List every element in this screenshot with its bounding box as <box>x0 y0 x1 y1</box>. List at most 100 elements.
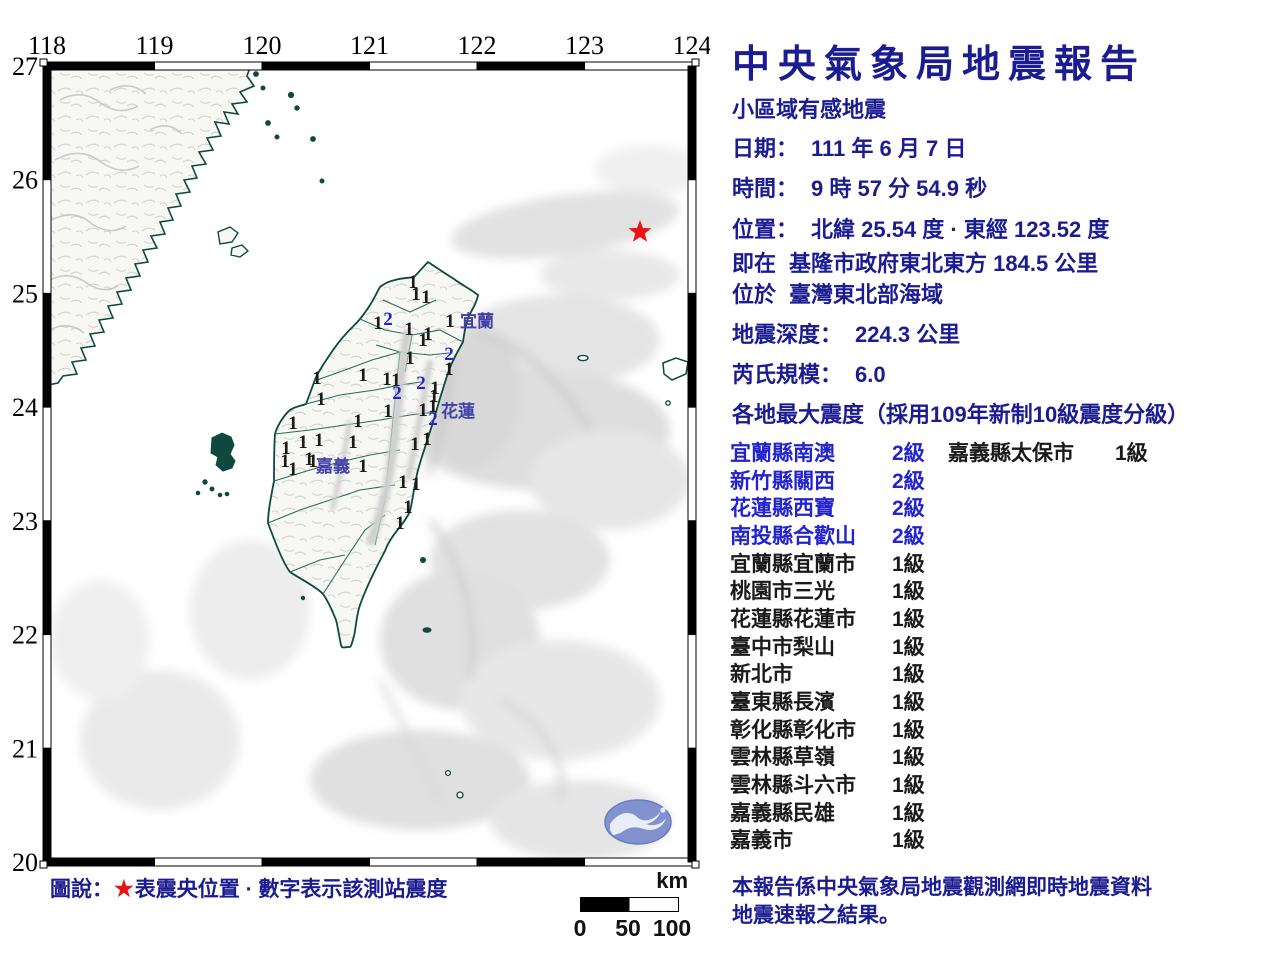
frame-band <box>687 65 697 181</box>
map-station-intensity: 2 <box>392 383 402 404</box>
map-station-intensity: 1 <box>288 459 298 480</box>
intensity-row: 臺中市梨山 1級 <box>730 632 945 660</box>
frame-band <box>476 857 585 867</box>
intensity-row: 宜蘭縣宜蘭市 1級 <box>730 549 945 577</box>
map-station-intensity: 2 <box>416 373 426 394</box>
map-station-intensity: 1 <box>445 311 455 332</box>
station-name: 桃園市三光 <box>730 580 835 604</box>
frame-corner <box>691 860 700 869</box>
date-line: 日期： 111 年 6 月 7 日 <box>732 131 966 163</box>
lon-tick-label: 121 <box>350 31 389 60</box>
station-intensity: 1級 <box>892 774 925 798</box>
frame-band <box>687 520 697 636</box>
station-name: 臺中市梨山 <box>730 635 835 659</box>
intensity-row: 臺東縣長濱 1級 <box>730 687 945 715</box>
intensity-row: 南投縣合歡山 2級 <box>730 521 945 549</box>
relative-value: 基隆市政府東北東方 184.5 公里 <box>789 251 1099 276</box>
station-name: 花蓮縣花蓮市 <box>730 607 856 631</box>
intensity-heading: 各地最大震度（採用109年新制10級震度分級） <box>732 402 1190 427</box>
frame-corner <box>39 860 48 869</box>
frame-band <box>46 61 155 71</box>
map-station-intensity: 1 <box>353 411 363 432</box>
map-legend: 圖說：★表震央位置 · 數字表示該測站震度 <box>50 873 447 903</box>
intensity-row: 桃園市三光 1級 <box>730 576 945 604</box>
frame-band <box>46 857 155 867</box>
magnitude-line: 芮氏規模： 6.0 <box>732 357 886 389</box>
map-station-intensity: 1 <box>373 313 383 334</box>
frame-band <box>154 857 263 867</box>
event-type: 小區域有感地震 <box>732 97 887 122</box>
station-intensity: 2級 <box>892 441 925 465</box>
station-intensity: 1級 <box>892 607 925 631</box>
station-intensity: 1級 <box>892 718 925 742</box>
station-name: 宜蘭縣南澳 <box>730 441 835 465</box>
position-line: 位置： 北緯 25.54 度 · 東經 123.52 度 <box>732 212 1109 244</box>
lat-tick-label: 27 <box>12 52 38 81</box>
frame-band <box>42 179 52 294</box>
epicenter-star-legend-icon: ★ <box>114 876 134 901</box>
station-intensity: 2級 <box>892 524 925 548</box>
position-label: 位置： <box>732 217 799 242</box>
frame-band <box>687 179 697 294</box>
lat-tick-label: 20 <box>12 848 38 877</box>
lon-tick-label: 119 <box>135 31 173 60</box>
map-station-intensity: 1 <box>418 330 428 351</box>
map-station-intensity: 1 <box>398 472 408 493</box>
lat-tick-label: 24 <box>12 393 38 422</box>
lat-tick-label: 22 <box>12 621 38 650</box>
depth-value: 224.3 公里 <box>855 322 961 347</box>
frame-band <box>584 857 693 867</box>
footer-note-line1: 本報告係中央氣象局地震觀測網即時地震資料 <box>732 876 1152 899</box>
station-intensity: 1級 <box>892 801 925 825</box>
map-station-intensity: 1 <box>348 432 358 453</box>
frame-band <box>687 634 697 749</box>
intensity-row: 雲林縣草嶺 1級 <box>730 743 945 771</box>
frame-band <box>261 61 370 71</box>
lat-tick-label: 21 <box>12 734 38 763</box>
station-intensity: 1級 <box>892 552 925 576</box>
station-intensity: 1級 <box>892 691 925 715</box>
frame-band <box>369 61 478 71</box>
map-station-intensity: 1 <box>316 389 326 410</box>
lon-tick-label: 122 <box>458 31 497 60</box>
station-intensity: 2級 <box>892 469 925 493</box>
intensity-row: 嘉義縣民雄 1級 <box>730 798 945 826</box>
depth-line: 地震深度： 224.3 公里 <box>732 317 960 349</box>
frame-band <box>154 61 263 71</box>
intensity-column-2: 嘉義縣太保市 1級 <box>948 438 1163 466</box>
intensity-row: 花蓮縣西寶 2級 <box>730 493 945 521</box>
frame-band <box>687 747 697 863</box>
station-name: 彰化縣彰化市 <box>730 718 856 742</box>
station-intensity: 1級 <box>892 746 925 770</box>
lat-tick-label: 23 <box>12 507 38 536</box>
report-title: 中央氣象局地震報告 <box>732 44 1147 86</box>
map-station-intensity: 1 <box>410 434 420 455</box>
map-station-intensity: 1 <box>411 474 421 495</box>
frame-band <box>584 61 693 71</box>
intensity-row: 雲林縣斗六市 1級 <box>730 770 945 798</box>
map-station-intensity: 1 <box>418 400 428 421</box>
area-value: 臺灣東北部海域 <box>789 282 944 307</box>
station-intensity: 1級 <box>892 580 925 604</box>
station-name: 嘉義市 <box>730 829 793 853</box>
area-label: 位於 <box>732 282 777 307</box>
relative-label: 即在 <box>732 251 777 276</box>
frame-band <box>261 857 370 867</box>
map-place-label: 宜蘭 <box>460 311 494 331</box>
frame-band <box>687 292 697 408</box>
station-name: 宜蘭縣宜蘭市 <box>730 552 856 576</box>
frame-band <box>687 406 697 522</box>
map-station-intensity: 1 <box>314 430 324 451</box>
map-station-intensity: 2 <box>383 309 393 330</box>
station-name: 新竹縣關西 <box>730 469 835 493</box>
map-station-intensity: 1 <box>383 401 393 422</box>
station-name: 臺東縣長濱 <box>730 691 835 715</box>
lat-tick-label: 25 <box>12 279 38 308</box>
lon-tick-label: 124 <box>673 31 711 60</box>
intensity-row: 嘉義縣太保市 1級 <box>948 438 1163 466</box>
scale-bar <box>580 897 679 912</box>
station-name: 嘉義縣民雄 <box>730 801 835 825</box>
magnitude-label: 芮氏規模： <box>732 362 843 387</box>
frame-corner <box>691 58 700 67</box>
scale-tick-0: 0 <box>573 915 587 941</box>
